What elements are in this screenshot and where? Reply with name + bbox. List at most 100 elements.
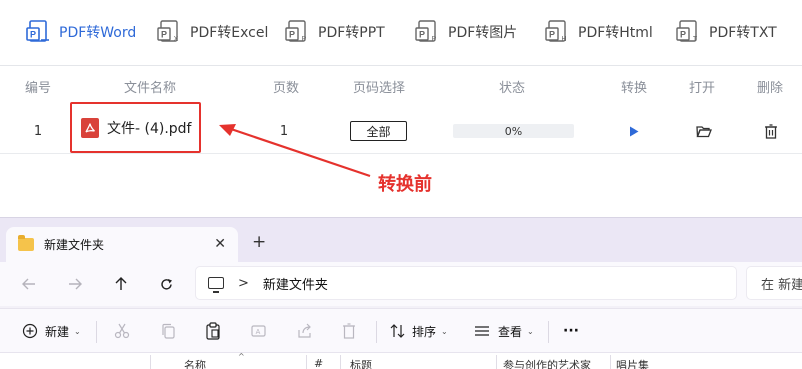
tab-label: PDF转Html — [578, 25, 653, 41]
convert-button[interactable] — [622, 108, 646, 154]
column-divider — [306, 355, 307, 369]
cut-icon[interactable] — [114, 319, 130, 343]
row-index: 1 — [33, 123, 43, 139]
svg-text:P: P — [432, 36, 437, 43]
back-arrow-icon[interactable] — [16, 271, 42, 297]
pdf-to-txt-icon: PT — [676, 19, 702, 45]
explorer-nav-bar: > 新建文件夹 在 新建 — [0, 262, 802, 306]
svg-text:P: P — [289, 30, 295, 40]
explorer-tab-strip: 新建文件夹 ✕ + — [0, 218, 802, 262]
paste-icon[interactable] — [205, 319, 221, 343]
tab-pdf-to-txt[interactable]: PT PDF转TXT — [676, 14, 777, 50]
svg-text:P: P — [30, 30, 36, 40]
breadcrumb-current-folder[interactable]: 新建文件夹 — [263, 274, 328, 293]
annotation-label: 转换前 — [378, 174, 432, 195]
tab-label: PDF转Excel — [190, 25, 269, 41]
explorer-tab[interactable]: 新建文件夹 ✕ — [6, 227, 238, 262]
tab-label: PDF转图片 — [448, 25, 518, 41]
close-tab-icon[interactable]: ✕ — [214, 236, 226, 252]
plus-circle-icon — [22, 323, 38, 339]
view-list-icon — [475, 326, 489, 336]
col-header-index: 编号 — [24, 81, 51, 96]
svg-text:P: P — [680, 30, 686, 40]
column-header-title[interactable]: 标题 — [350, 357, 490, 369]
address-bar[interactable]: > 新建文件夹 — [195, 266, 737, 300]
folder-icon — [18, 235, 34, 251]
tab-label: PDF转TXT — [709, 25, 777, 41]
share-icon[interactable] — [297, 319, 313, 343]
copy-icon[interactable] — [160, 319, 176, 343]
tab-pdf-to-excel[interactable]: PX PDF转Excel — [157, 14, 268, 50]
pdf-file-icon — [81, 117, 99, 138]
sort-icon — [390, 324, 405, 338]
play-icon — [630, 126, 639, 136]
file-explorer-window: 新建文件夹 ✕ + > 新建文件夹 在 新建 新建 ⌄ A 排序 ⌄ 查看 ⌄ … — [0, 217, 802, 369]
tab-pdf-to-image[interactable]: PP PDF转图片 — [415, 14, 517, 50]
delete-button[interactable] — [759, 108, 783, 154]
col-header-status: 状态 — [498, 81, 525, 96]
tab-pdf-to-html[interactable]: PH PDF转Html — [545, 14, 653, 50]
svg-text:P: P — [549, 30, 555, 40]
page-select-button[interactable]: 全部 — [350, 121, 407, 141]
sort-caret-icon: ^ — [238, 352, 245, 361]
row-pages: 1 — [279, 123, 289, 139]
breadcrumb-separator: > — [238, 275, 249, 291]
pdf-to-image-icon: PP — [415, 19, 441, 45]
tab-pdf-to-ppt[interactable]: PP PDF转PPT — [285, 14, 385, 50]
pdf-to-excel-icon: PX — [157, 19, 183, 45]
column-header-album[interactable]: 唱片集 — [616, 357, 696, 369]
file-name[interactable]: 文件- (4).pdf — [107, 118, 192, 138]
refresh-icon[interactable] — [153, 271, 179, 297]
folder-open-icon — [696, 125, 712, 137]
explorer-tab-title: 新建文件夹 — [44, 238, 105, 252]
column-divider — [496, 355, 497, 369]
svg-text:P: P — [419, 30, 425, 40]
chevron-down-icon: ⌄ — [441, 326, 448, 336]
explorer-column-headers: 名称 ^ # 标题 参与创作的艺术家 唱片集 — [0, 352, 802, 369]
toolbar-divider — [96, 321, 97, 343]
col-header-pages: 页数 — [272, 81, 299, 96]
col-header-convert: 转换 — [620, 81, 647, 96]
progress-bar: 0% — [453, 124, 574, 138]
pdf-to-word-icon: P — [26, 19, 52, 45]
status-cell: 0% — [453, 108, 574, 154]
new-button[interactable]: 新建 ⌄ — [22, 319, 81, 343]
pdf-to-html-icon: PH — [545, 19, 571, 45]
col-header-page-select: 页码选择 — [352, 81, 405, 96]
sort-button-label: 排序 — [412, 324, 437, 339]
svg-text:P: P — [302, 36, 307, 43]
forward-arrow-icon[interactable] — [62, 271, 88, 297]
new-tab-button[interactable]: + — [252, 232, 266, 252]
open-folder-button[interactable] — [692, 108, 716, 154]
toolbar-divider — [548, 321, 549, 343]
column-divider — [150, 355, 151, 369]
col-header-open: 打开 — [688, 81, 715, 96]
delete-icon[interactable] — [342, 319, 356, 343]
up-arrow-icon[interactable] — [108, 271, 134, 297]
rename-icon[interactable]: A — [251, 319, 267, 343]
column-header-artists[interactable]: 参与创作的艺术家 — [503, 357, 608, 369]
tab-pdf-to-word[interactable]: P PDF转Word — [26, 14, 136, 50]
col-header-delete: 删除 — [756, 81, 783, 96]
svg-text:A: A — [256, 329, 261, 336]
search-input[interactable]: 在 新建 — [746, 266, 802, 300]
highlighted-file-name: 文件- (4).pdf — [70, 102, 201, 153]
column-header-name[interactable]: 名称 — [184, 357, 244, 369]
progress-text: 0% — [504, 124, 523, 138]
column-divider — [340, 355, 341, 369]
toolbar-divider — [376, 321, 377, 343]
view-button[interactable]: 查看 ⌄ — [474, 319, 534, 343]
sort-button[interactable]: 排序 ⌄ — [390, 319, 448, 343]
svg-text:T: T — [693, 36, 698, 43]
column-header-number[interactable]: # — [314, 357, 334, 369]
view-button-label: 查看 — [498, 324, 523, 339]
pdf-to-ppt-icon: PP — [285, 19, 311, 45]
tab-label: PDF转Word — [59, 25, 137, 41]
more-options-icon[interactable]: ··· — [563, 319, 579, 343]
explorer-command-bar: 新建 ⌄ A 排序 ⌄ 查看 ⌄ ··· — [0, 308, 802, 352]
svg-text:H: H — [561, 36, 566, 43]
column-divider — [610, 355, 611, 369]
new-button-label: 新建 — [45, 324, 70, 339]
tab-label: PDF转PPT — [318, 25, 385, 41]
chevron-down-icon: ⌄ — [74, 326, 81, 336]
